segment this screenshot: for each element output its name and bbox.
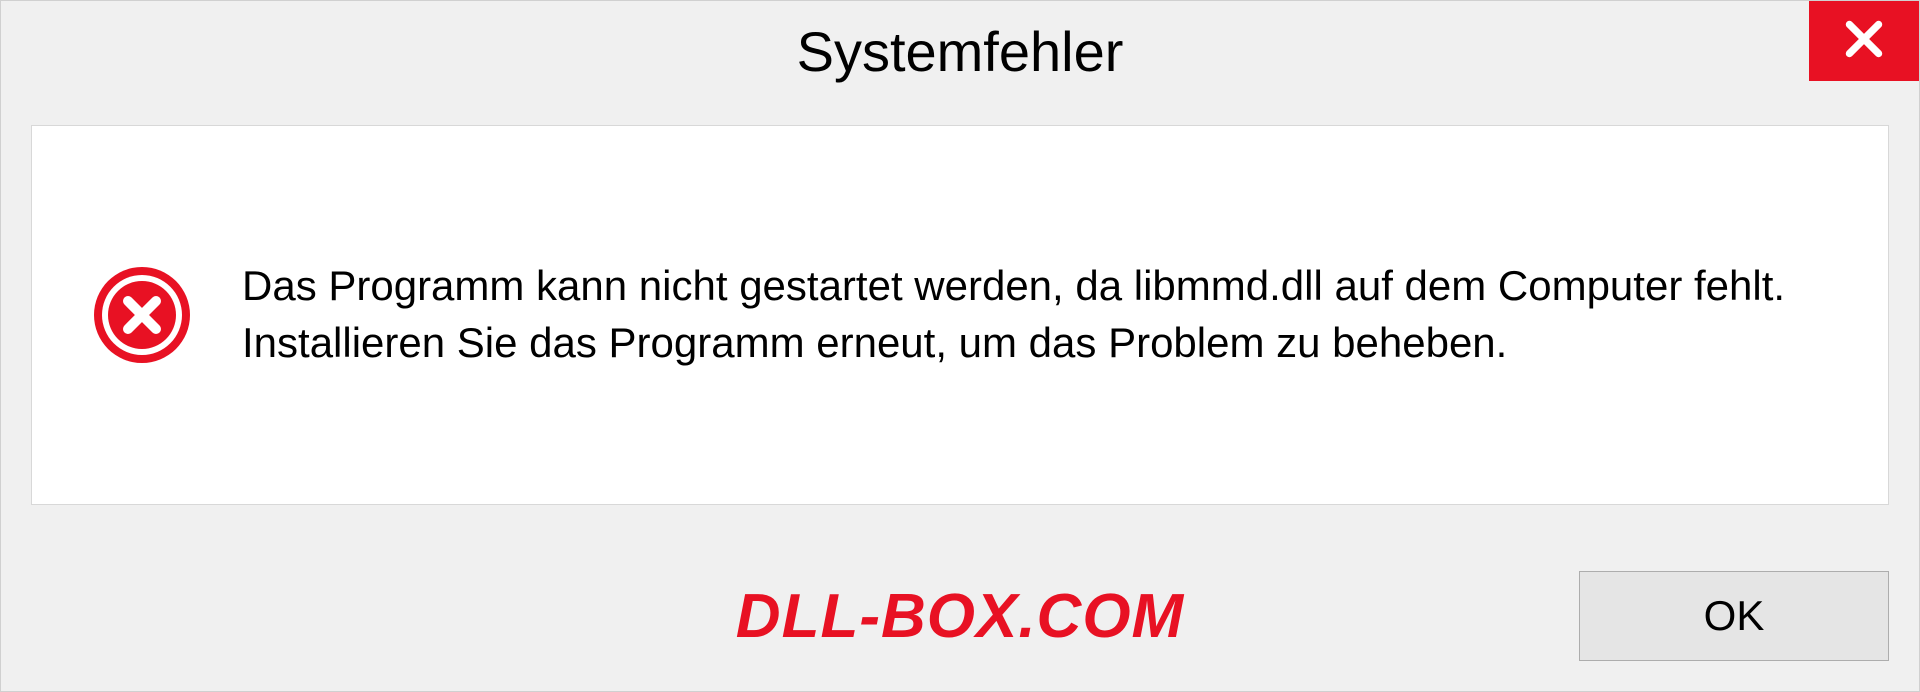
content-panel: Das Programm kann nicht gestartet werden… <box>31 125 1889 505</box>
error-message: Das Programm kann nicht gestartet werden… <box>242 258 1802 371</box>
dialog-title: Systemfehler <box>797 19 1124 84</box>
dialog-footer: DLL-BOX.COM OK <box>1 571 1919 661</box>
watermark-text: DLL-BOX.COM <box>736 581 1184 652</box>
ok-button[interactable]: OK <box>1579 571 1889 661</box>
close-button[interactable] <box>1809 1 1919 81</box>
error-dialog: Systemfehler Das Programm kann nicht ges… <box>0 0 1920 692</box>
error-icon <box>92 265 192 365</box>
close-icon <box>1839 14 1889 69</box>
title-bar: Systemfehler <box>1 1 1919 101</box>
